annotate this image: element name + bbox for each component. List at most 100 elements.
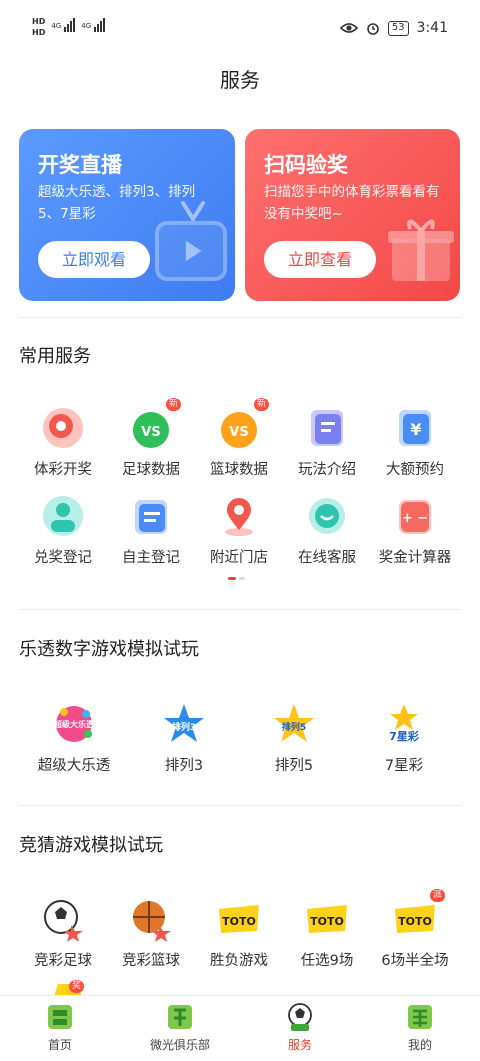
service-icon [285,1002,315,1032]
prize-register-icon [39,492,87,540]
toto-icon: TOTO [303,895,351,943]
guess-label: 任选9场 [300,953,354,969]
common-services-grid: 体彩开奖 VS 新 足球数据 VS 新 篮球数据 玩法介绍 ¥ 大额预约 兑奖登… [19,398,461,574]
service-prize-register[interactable]: 兑奖登记 [19,492,107,567]
guess-6-half-full[interactable]: TOTO 派 6场半全场 [371,889,459,970]
lotto-pl3[interactable]: 排列3 排列3 [129,700,239,775]
guess-grid: 竞彩足球 竞彩篮球 TOTO 胜负游戏 TOTO 任选9场 TOTO 派 6场半… [19,889,461,975]
divider [19,805,461,806]
watch-now-button[interactable]: 立即观看 [38,241,150,278]
svg-text:VS: VS [229,425,248,440]
service-basketball-data[interactable]: VS 新 篮球数据 [195,398,283,479]
profile-icon [405,1002,435,1032]
rules-icon [303,404,351,452]
new-badge: 新 [253,398,269,411]
new-badge: 新 [165,398,181,411]
football-icon [39,895,87,943]
lotto-label: 排列5 [274,758,314,774]
tab-label: 首页 [47,1038,72,1052]
service-rules[interactable]: 玩法介绍 [283,404,371,479]
tab-label: 微光俱乐部 [149,1038,210,1052]
check-now-button[interactable]: 立即查看 [264,241,376,278]
toto-icon: TOTO [215,895,263,943]
customer-service-icon [303,492,351,540]
tab-profile[interactable]: 我的 [360,1002,480,1053]
lottery-draw-icon [39,404,87,452]
lotto-label: 7星彩 [384,758,424,774]
alarm-icon [367,23,379,35]
lotto-logo-text: 超级大乐透 [53,719,94,729]
gift-icon [388,219,454,281]
lotto-7star[interactable]: 7星彩 7星彩 [349,700,459,775]
lotto-logo-text: 排列5 [282,721,306,733]
prize-badge: 奖 [68,980,84,993]
promo-badge: 派 [429,889,445,902]
guess-football[interactable]: 竞彩足球 [19,895,107,970]
scan-verify-card[interactable]: 扫码验奖 扫描您手中的体育彩票看看有没有中奖吧~ 立即查看 [245,129,460,301]
tab-home[interactable]: 首页 [0,1002,120,1053]
clock: 3:41 [416,20,448,36]
pl5-logo-icon: 排列5 [270,700,318,748]
toto-icon: TOTO 派 [391,889,445,943]
battery-icon: 53 [387,20,409,36]
status-right: 53 3:41 [339,20,448,36]
guess-basketball[interactable]: 竞彩篮球 [107,895,195,970]
page-indicator [228,577,245,580]
self-register-icon [127,492,175,540]
service-label: 自主登记 [122,550,180,566]
super-lotto-logo-icon: 超级大乐透 [50,700,98,748]
divider [19,317,461,318]
service-large-reservation[interactable]: ¥ 大额预约 [371,404,459,479]
service-self-register[interactable]: 自主登记 [107,492,195,567]
tab-club[interactable]: 微光俱乐部 [120,1002,240,1053]
guess-win-lose[interactable]: TOTO 胜负游戏 [195,895,283,970]
guess-label: 胜负游戏 [210,953,268,969]
svg-text:+ −: + − [402,511,428,526]
tab-label: 服务 [287,1038,312,1052]
hd-badge-2: HD [32,28,46,37]
service-label: 体彩开奖 [34,462,92,478]
hd-badge-1: HD [32,17,46,26]
guess-label: 竞彩篮球 [122,953,180,969]
football-data-icon: VS 新 [127,398,181,452]
service-nearby-store[interactable]: 附近门店 [195,492,283,567]
svg-text:VS: VS [141,425,160,440]
lotto-pl5[interactable]: 排列5 排列5 [239,700,349,775]
common-services-title: 常用服务 [19,346,91,367]
toto-logo-text: TOTO [398,915,432,928]
lotto-label: 排列3 [164,758,204,774]
guess-label: 6场半全场 [381,953,449,969]
service-label: 奖金计算器 [378,550,452,566]
status-bar: HD HD 4G 4G 53 3:41 [0,0,480,56]
calculator-icon: + − [391,492,439,540]
toto-logo-text: TOTO [310,915,344,928]
service-customer-service[interactable]: 在线客服 [283,492,371,567]
divider [19,609,461,610]
service-calculator[interactable]: + − 奖金计算器 [371,492,459,567]
signal-1-icon: 4G [51,16,76,32]
tab-label: 我的 [407,1038,432,1052]
lotto-logo-text: 7星彩 [389,729,419,743]
service-lottery-draw[interactable]: 体彩开奖 [19,404,107,479]
guess-pick9[interactable]: TOTO 任选9场 [283,895,371,970]
lotto-section-title: 乐透数字游戏模拟试玩 [19,639,199,660]
net-type-2: 4G [81,22,92,30]
service-label: 足球数据 [122,462,180,478]
scan-verify-title: 扫码验奖 [264,153,348,177]
service-football-data[interactable]: VS 新 足球数据 [107,398,195,479]
service-label: 玩法介绍 [298,462,356,478]
basketball-data-icon: VS 新 [215,398,269,452]
status-left: HD HD 4G 4G [32,16,106,38]
lotto-super[interactable]: 超级大乐透 超级大乐透 [19,700,129,775]
tab-service[interactable]: 服务 [240,1002,360,1053]
live-draw-card[interactable]: 开奖直播 超级大乐透、排列3、排列5、7星彩 立即观看 [19,129,235,301]
pl3-logo-icon: 排列3 [160,700,208,748]
tv-icon [155,221,227,281]
toto-logo-text: TOTO [222,915,256,928]
net-type-1: 4G [51,22,62,30]
partial-next-row-icon: 奖 [50,980,86,996]
bottom-tab-bar: 首页 微光俱乐部 服务 我的 [0,995,480,1061]
guess-section-title: 竞猜游戏模拟试玩 [19,835,163,856]
service-label: 在线客服 [298,550,356,566]
svg-text:¥: ¥ [410,420,421,439]
